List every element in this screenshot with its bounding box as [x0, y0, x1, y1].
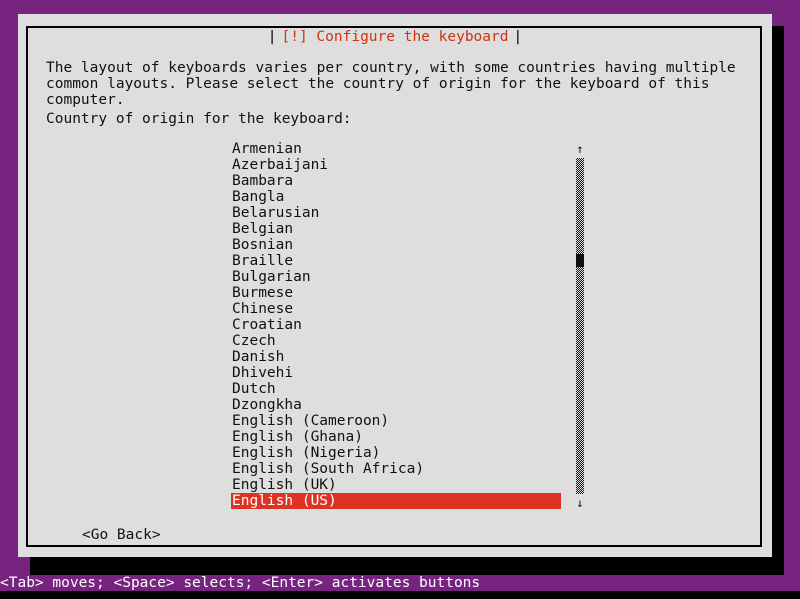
- list-item[interactable]: English (Ghana): [231, 429, 563, 445]
- scroll-down-arrow-icon[interactable]: ↓: [575, 495, 585, 511]
- scrollbar-thumb[interactable]: [576, 254, 584, 267]
- dialog-prompt-label: Country of origin for the keyboard:: [46, 111, 352, 127]
- list-item[interactable]: Belgian: [231, 221, 563, 237]
- dialog-body-text: The layout of keyboards varies per count…: [46, 60, 745, 108]
- shadow-band-bottom: [66, 559, 784, 575]
- list-item[interactable]: Dhivehi: [231, 365, 563, 381]
- list-item[interactable]: Bulgarian: [231, 269, 563, 285]
- list-item[interactable]: Bambara: [231, 173, 563, 189]
- country-select-list[interactable]: Armenian Azerbaijani Bambara Bangla Belarusi…: [231, 141, 563, 509]
- screen-bottom-filler: [0, 591, 800, 599]
- list-item[interactable]: Chinese: [231, 301, 563, 317]
- configure-keyboard-dialog: | [!] Configure the keyboard | The layout …: [18, 14, 772, 557]
- status-bar: <Tab> moves; <Space> selects; <Enter> ac…: [0, 575, 800, 591]
- list-item[interactable]: English (Nigeria): [231, 445, 563, 461]
- terminal-screen: | [!] Configure the keyboard | The layout …: [0, 0, 800, 599]
- list-item[interactable]: Croatian: [231, 317, 563, 333]
- list-item[interactable]: Dutch: [231, 381, 563, 397]
- list-item[interactable]: Belarusian: [231, 205, 563, 221]
- list-item[interactable]: Azerbaijani: [231, 157, 563, 173]
- list-item[interactable]: English (South Africa): [231, 461, 563, 477]
- list-item[interactable]: Danish: [231, 349, 563, 365]
- list-item[interactable]: Braille: [231, 253, 563, 269]
- list-item[interactable]: Bangla: [231, 189, 563, 205]
- list-item[interactable]: English (US): [231, 493, 561, 509]
- list-item[interactable]: Bosnian: [231, 237, 563, 253]
- list-scrollbar[interactable]: ↑ ↓: [575, 141, 585, 511]
- go-back-button[interactable]: <Go Back>: [82, 527, 161, 543]
- list-item[interactable]: English (UK): [231, 477, 563, 493]
- list-item[interactable]: Burmese: [231, 285, 563, 301]
- list-item[interactable]: English (Cameroon): [231, 413, 563, 429]
- scrollbar-track[interactable]: [576, 158, 584, 494]
- scroll-up-arrow-icon[interactable]: ↑: [575, 141, 585, 157]
- list-item[interactable]: Dzongkha: [231, 397, 563, 413]
- list-item[interactable]: Czech: [231, 333, 563, 349]
- list-item[interactable]: Armenian: [231, 141, 563, 157]
